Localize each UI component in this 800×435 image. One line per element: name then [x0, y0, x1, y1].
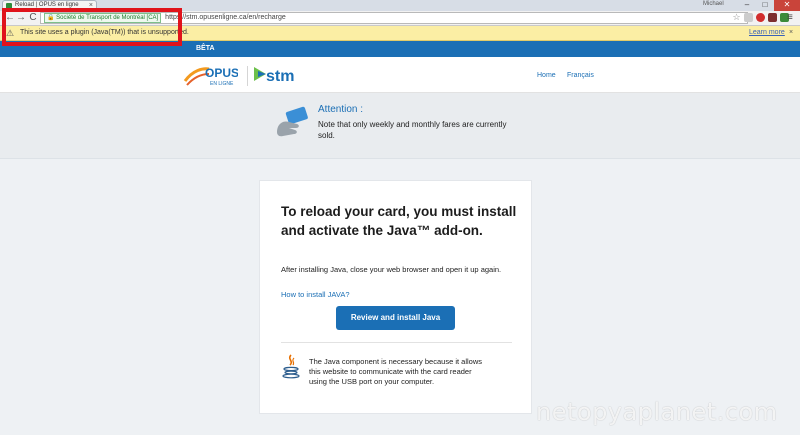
ev-certificate-label: Société de Transport de Montréal [CA]	[56, 15, 159, 21]
stm-wordmark: stm	[266, 68, 294, 85]
extension-icon[interactable]	[744, 13, 753, 22]
browser-tab[interactable]: Reload | OPUS en ligne ×	[2, 0, 97, 11]
tab-title: Reload | OPUS en ligne	[15, 2, 79, 8]
opus-sub-wordmark: EN LIGNE	[210, 81, 234, 87]
beta-bar: BÊTA	[0, 41, 800, 57]
lock-icon: 🔒	[47, 15, 55, 21]
learn-more-link[interactable]: Learn more	[749, 26, 785, 40]
reload-icon[interactable]: C	[27, 12, 39, 24]
close-window-button[interactable]: ✕	[774, 0, 800, 11]
maximize-button[interactable]: □	[756, 0, 774, 11]
plugin-infobar: ⚠ This site uses a plugin (Java(TM)) tha…	[0, 26, 800, 41]
stm-logo[interactable]: stm	[252, 63, 300, 87]
warning-icon: ⚠	[6, 28, 15, 38]
opus-wordmark: OPUS	[205, 66, 238, 80]
home-link[interactable]: Home	[537, 72, 556, 79]
watermark: netopyaplanet.com	[536, 398, 778, 426]
beta-label: BÊTA	[196, 45, 215, 52]
infobar-close-icon[interactable]: ×	[789, 26, 793, 40]
java-component-note: The Java component is necessary because …	[309, 357, 483, 386]
card-divider	[281, 342, 512, 343]
attention-title: Attention :	[318, 104, 364, 115]
profile-name[interactable]: Michael	[703, 1, 724, 7]
url-text[interactable]: https://stm.opusenligne.ca/en/recharge	[165, 14, 286, 21]
hand-card-icon	[277, 106, 308, 137]
window-controls: – □ ✕	[738, 0, 800, 11]
tab-strip: Reload | OPUS en ligne × Michael – □ ✕	[0, 0, 800, 11]
how-to-install-java-link[interactable]: How to install JAVA?	[281, 290, 350, 299]
logo-divider	[247, 66, 248, 86]
infobar-message: This site uses a plugin (Java(TM)) that …	[20, 29, 189, 36]
language-link[interactable]: Français	[567, 72, 594, 79]
tab-close-icon[interactable]: ×	[89, 1, 93, 10]
browser-toolbar: ← → C 🔒 Société de Transport de Montréal…	[0, 11, 800, 26]
shield-icon[interactable]	[768, 13, 777, 22]
ev-certificate-badge[interactable]: 🔒 Société de Transport de Montréal [CA]	[44, 13, 162, 23]
extension-icons: ☆	[732, 13, 789, 22]
attention-body: Note that only weekly and monthly fares …	[318, 120, 507, 140]
favicon-icon	[6, 3, 12, 9]
opus-logo[interactable]: OPUS EN LIGNE	[183, 64, 238, 88]
menu-icon[interactable]: ≡	[787, 12, 793, 23]
card-title: To reload your card, you must install an…	[281, 204, 517, 238]
address-bar[interactable]: 🔒 Société de Transport de Montréal [CA] …	[40, 12, 748, 24]
site-header: OPUS EN LIGNE stm Home Français	[0, 57, 800, 93]
star-icon[interactable]: ☆	[732, 13, 741, 22]
forward-icon[interactable]: →	[15, 12, 27, 24]
review-install-java-button[interactable]: Review and install Java	[336, 306, 455, 330]
java-install-card: To reload your card, you must install an…	[259, 180, 532, 414]
red-circle-icon[interactable]	[756, 13, 765, 22]
minimize-button[interactable]: –	[738, 0, 756, 11]
attention-notice: Attention : Note that only weekly and mo…	[0, 94, 800, 158]
card-body: After installing Java, close your web br…	[281, 265, 502, 274]
java-icon	[282, 354, 300, 379]
